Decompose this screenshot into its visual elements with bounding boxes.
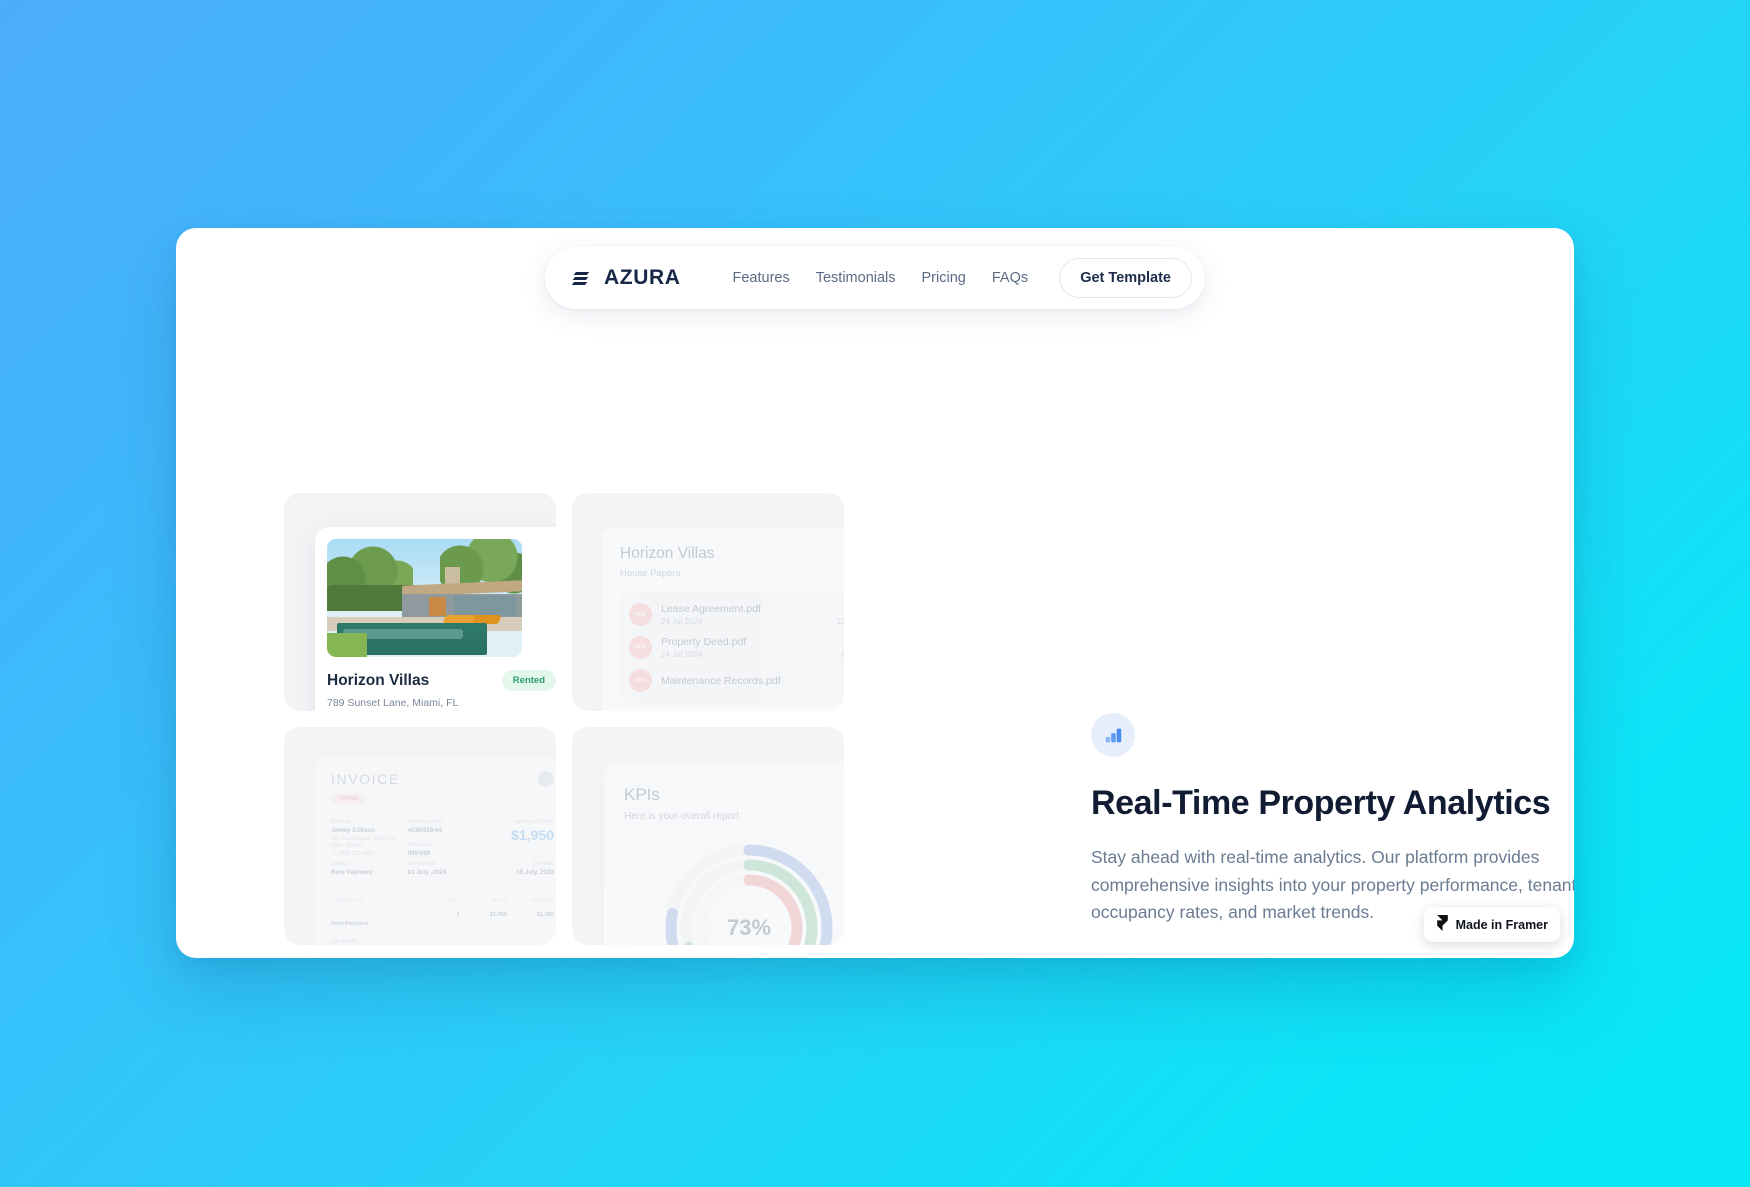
- pdf-icon: PDF: [629, 603, 652, 626]
- file-date: 24 Jul 2024: [661, 617, 703, 626]
- property-title: Horizon Villas: [327, 671, 430, 689]
- pdf-icon: PDF: [629, 636, 652, 659]
- nav-link-features[interactable]: Features: [733, 270, 790, 286]
- kpi-donut-chart: 73%: [659, 838, 839, 945]
- reference-label: Reference: [408, 842, 432, 848]
- page-title: Real-Time Property Analytics: [1091, 784, 1551, 822]
- row-qty: 1: [456, 912, 460, 918]
- file-date: 24 Jul 2024: [661, 650, 703, 659]
- row-note: July Month: [331, 939, 357, 945]
- list-item[interactable]: PDF Maintenance Records.pdf: [629, 664, 844, 697]
- invoice-number: #C80419-04: [408, 827, 443, 834]
- invoice-amount: $1,950: [511, 827, 554, 843]
- nav-link-testimonials[interactable]: Testimonials: [816, 270, 896, 286]
- kpi-title: KPIs: [624, 785, 660, 804]
- status-badge: Rented: [501, 670, 556, 691]
- column-header: QTY: [448, 899, 460, 904]
- file-size: 8.52 MB: [841, 650, 844, 659]
- row-item: Rent Payment: [331, 921, 369, 927]
- kpi-card[interactable]: KPIs Here is your overall report 73%: [604, 763, 844, 945]
- row-rate: $1,950: [489, 912, 507, 918]
- billed-to-label: Billed to: [331, 819, 350, 825]
- property-photo: [327, 539, 522, 657]
- invoice-number-label: Invoice number: [408, 819, 444, 825]
- reference-value: INV-069: [408, 850, 431, 857]
- invoice-table: ITEM DETAIL QTY RATE AMOUNT Rent Payment…: [331, 888, 554, 945]
- subject-label: Subject: [331, 861, 349, 867]
- brand[interactable]: AZURA: [570, 266, 681, 290]
- kpi-center-value: 73%: [726, 915, 772, 940]
- billed-to-line2: USA - 256365: [331, 843, 364, 849]
- column-header: AMOUNT: [530, 899, 554, 904]
- invoice-card[interactable]: INVOICE UNPAID Billed to Jimmy Erikson 7…: [315, 757, 556, 945]
- made-in-framer-label: Made in Framer: [1455, 917, 1548, 932]
- nav-links: Features Testimonials Pricing FAQs: [733, 270, 1029, 286]
- row-amount: $1,950: [536, 912, 554, 918]
- file-name: Lease Agreement.pdf: [661, 603, 761, 615]
- mockup-grid: Horizon Villas Rented 789 Sunset Lane, M…: [284, 493, 844, 945]
- documents-list: PDF Lease Agreement.pdf 24 Jul 2024 12.8…: [620, 591, 844, 704]
- documents-card[interactable]: Horizon Villas House Papers PDF Lease Ag…: [602, 527, 844, 711]
- get-template-button[interactable]: Get Template: [1059, 258, 1192, 298]
- file-name: Property Deed.pdf: [661, 636, 747, 648]
- table-row: Rent Payment July Month 1 $1,950 $1,950: [331, 908, 554, 945]
- list-item[interactable]: PDF Lease Agreement.pdf 24 Jul 2024 12.8…: [629, 598, 844, 631]
- documents-tile: Horizon Villas House Papers PDF Lease Ag…: [572, 493, 844, 711]
- framer-icon: [1436, 915, 1449, 934]
- kpi-tile: KPIs Here is your overall report 73%: [572, 727, 844, 945]
- invoice-of-label: Invoice of (USD): [515, 819, 554, 825]
- billed-to-line3: +1 (888) 123-4567: [331, 850, 374, 857]
- bar-chart-icon: [1091, 713, 1135, 757]
- billed-to-name: Jimmy Erikson: [331, 827, 376, 834]
- nav-link-faqs[interactable]: FAQs: [992, 270, 1028, 286]
- gear-icon[interactable]: [538, 771, 554, 787]
- invoice-tile: INVOICE UNPAID Billed to Jimmy Erikson 7…: [284, 727, 556, 945]
- made-in-framer-badge[interactable]: Made in Framer: [1423, 907, 1560, 942]
- column-header: ITEM DETAIL: [331, 899, 365, 904]
- due-date-label: Due date: [532, 861, 554, 867]
- azura-bars-logo-icon: [570, 267, 593, 290]
- invoice-logo: INVOICE: [331, 771, 400, 787]
- invoice-date: 01 July ,2024: [408, 869, 447, 876]
- navbar: AZURA Features Testimonials Pricing FAQs…: [545, 247, 1205, 309]
- nav-link-pricing[interactable]: Pricing: [922, 270, 966, 286]
- subject-value: Rent Payment: [331, 869, 373, 876]
- property-address: 789 Sunset Lane, Miami, FL: [327, 697, 459, 709]
- column-header: RATE: [492, 899, 507, 904]
- due-date: 15 July, 2023: [516, 869, 554, 876]
- brand-name: AZURA: [604, 266, 681, 289]
- billed-to-line1: 789 Sunset Lane, Miami, FL: [331, 835, 396, 842]
- pdf-icon: PDF: [629, 669, 652, 692]
- property-tile: Horizon Villas Rented 789 Sunset Lane, M…: [284, 493, 556, 711]
- site-panel: AZURA Features Testimonials Pricing FAQs…: [176, 228, 1574, 958]
- file-name: Maintenance Records.pdf: [661, 674, 781, 687]
- invoice-status-chip: UNPAID: [331, 793, 366, 805]
- file-size: 12.88 MB: [836, 617, 844, 626]
- invoice-date-label: Invoice date: [408, 861, 436, 867]
- table-header-row: ITEM DETAIL QTY RATE AMOUNT: [331, 895, 554, 908]
- property-card[interactable]: Horizon Villas Rented 789 Sunset Lane, M…: [315, 527, 556, 711]
- feature-block: Real-Time Property Analytics Stay ahead …: [1091, 713, 1574, 927]
- list-item[interactable]: PDF Property Deed.pdf 24 Jul 2024 8.52 M…: [629, 631, 844, 664]
- documents-title: Horizon Villas: [620, 545, 715, 562]
- kpi-subtitle: Here is your overall report: [624, 811, 740, 822]
- documents-subtitle: House Papers: [620, 568, 681, 579]
